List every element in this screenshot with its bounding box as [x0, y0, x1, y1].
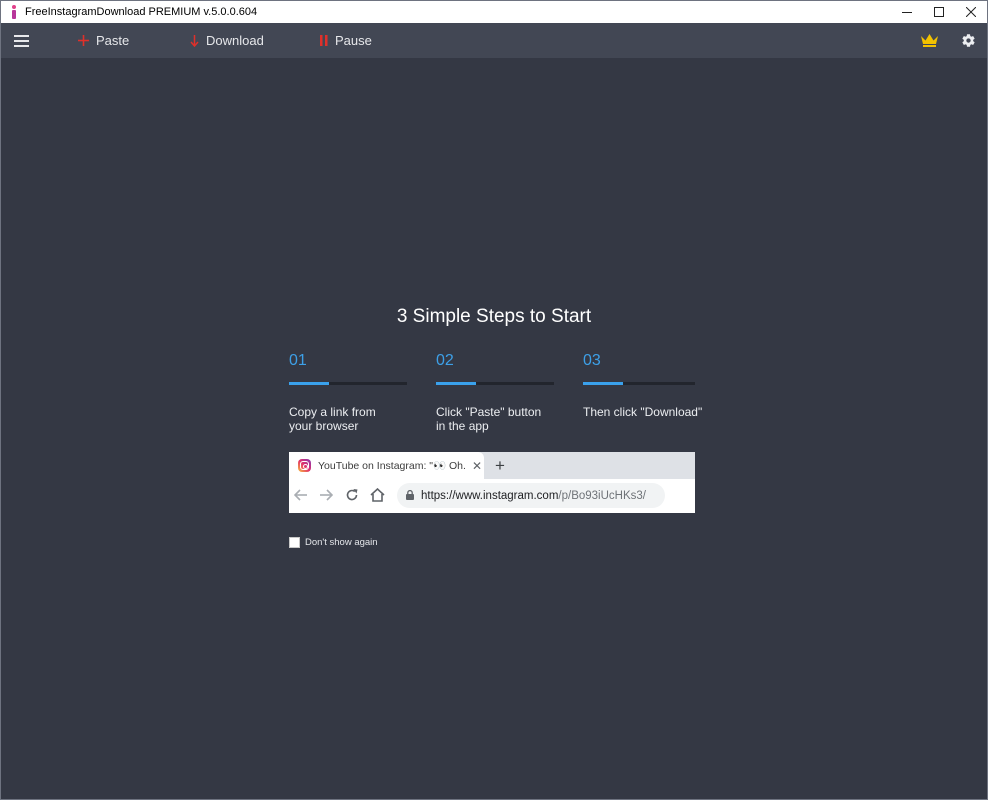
step-1: 01 Copy a link from your browser [289, 352, 409, 433]
reload-icon [345, 488, 359, 507]
browser-url: https://www.instagram.com/p/Bo93iUcHKs3/ [421, 489, 646, 502]
paste-label: Paste [96, 33, 130, 48]
step-number: 03 [583, 352, 601, 369]
title-bar[interactable]: FreeInstagramDownload PREMIUM v.5.0.0.60… [1, 1, 987, 23]
step-progress-bar [289, 382, 407, 385]
step-2: 02 Click "Paste" button in the app [436, 352, 556, 433]
maximize-icon [934, 7, 944, 17]
back-arrow-icon [293, 488, 308, 507]
browser-address-bar: https://www.instagram.com/p/Bo93iUcHKs3/ [397, 483, 665, 508]
lock-icon [406, 487, 414, 505]
maximize-button[interactable] [923, 1, 955, 23]
app-logo-icon [7, 5, 21, 19]
paste-button[interactable]: Paste [78, 23, 129, 58]
hamburger-menu-icon[interactable] [14, 35, 29, 47]
close-icon: ✕ [472, 458, 483, 473]
instagram-icon [298, 459, 311, 472]
download-label: Download [206, 33, 264, 48]
step-description: Click "Paste" button in the app [436, 405, 542, 433]
download-arrow-icon [190, 34, 199, 47]
minimize-button[interactable] [891, 1, 923, 23]
step-progress-bar [436, 382, 554, 385]
close-button[interactable] [955, 1, 987, 23]
browser-tab: YouTube on Instagram: "👀 Oh. M ✕ [289, 452, 484, 479]
browser-tab-title: YouTube on Instagram: "👀 Oh. M [318, 460, 466, 472]
toolbar: Paste Download Pause [1, 23, 987, 58]
browser-tab-strip: YouTube on Instagram: "👀 Oh. M ✕ + [289, 452, 695, 479]
forward-arrow-icon [319, 488, 334, 507]
pause-button[interactable]: Pause [320, 23, 372, 58]
minimize-icon [902, 12, 912, 13]
new-tab-icon: + [495, 456, 505, 475]
window-title: FreeInstagramDownload PREMIUM v.5.0.0.60… [25, 6, 258, 18]
step-number: 01 [289, 352, 307, 369]
app-window: FreeInstagramDownload PREMIUM v.5.0.0.60… [0, 0, 988, 800]
crown-icon[interactable] [921, 34, 938, 52]
pause-icon [320, 35, 328, 46]
step-progress-bar [583, 382, 695, 385]
dont-show-again-label: Don't show again [305, 537, 378, 548]
intro-heading: 3 Simple Steps to Start [396, 306, 592, 327]
step-3: 03 Then click "Download" [583, 352, 703, 419]
step-description: Then click "Download" [583, 405, 703, 419]
close-icon [966, 7, 976, 17]
window-controls [891, 1, 987, 23]
main-content: 3 Simple Steps to Start 01 Copy a link f… [1, 58, 987, 799]
browser-nav-bar: https://www.instagram.com/p/Bo93iUcHKs3/ [289, 479, 695, 513]
gear-icon[interactable] [961, 33, 976, 53]
pause-label: Pause [335, 33, 372, 48]
plus-icon [78, 35, 89, 46]
browser-example-image: YouTube on Instagram: "👀 Oh. M ✕ + https… [289, 452, 695, 513]
download-button[interactable]: Download [190, 23, 264, 58]
checkbox[interactable] [289, 537, 300, 548]
step-number: 02 [436, 352, 454, 369]
step-description: Copy a link from your browser [289, 405, 376, 433]
home-icon [370, 487, 385, 507]
dont-show-again-checkbox[interactable]: Don't show again [289, 537, 378, 548]
